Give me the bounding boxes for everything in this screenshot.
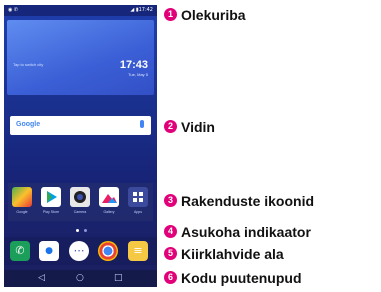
callout-number: 5 [164,247,177,260]
app-label: Apps [134,210,142,214]
back-button[interactable]: ◁ [38,270,45,287]
widget-date: Tue, May 5 [128,72,148,77]
chrome-icon[interactable]: ◉ [98,241,118,261]
clock-weather-widget[interactable]: Tap to switch city 17:43 Tue, May 5 [7,20,154,95]
callout-label: Olekuriba [181,7,246,23]
page-indicator [70,228,94,234]
app-label: Play Store [42,210,60,214]
callout-label: Rakenduste ikoonid [181,193,315,209]
callout-number: 3 [164,194,177,207]
phone-home-screen: ◉ ✆ ◢ ▮17:42 Tap to switch city 17:43 Tu… [4,5,157,287]
navigation-bar: ◁ ○ □ [4,270,157,287]
status-bar: ◉ ✆ ◢ ▮17:42 [4,5,157,16]
app-label: Google [16,210,28,214]
messages-icon[interactable]: ≡ [128,241,148,261]
app-drawer-icon[interactable]: ⋯ [69,241,89,261]
app-label: Gallery [103,210,115,214]
contacts-icon[interactable]: ● [39,241,59,261]
recents-button[interactable]: □ [114,270,123,287]
signal-battery-time: ◢ ▮17:42 [130,7,153,13]
apps-grid-icon[interactable] [128,187,148,207]
callout-label: Kodu puutenupud [181,270,302,286]
callout-number: 6 [164,271,177,284]
app-label: Camera [73,210,87,214]
gallery-icon[interactable] [99,187,119,207]
camera-icon[interactable] [70,187,90,207]
callout-label: Vidin [181,119,215,135]
google-search-widget[interactable]: Google [10,116,151,135]
widget-hint-text: Tap to switch city [13,62,44,67]
callout-number: 4 [164,225,177,238]
app-icons-row: Google Play Store Camera Gallery Apps [8,183,153,221]
phone-icon[interactable]: ✆ [10,241,30,261]
play-store-icon[interactable] [41,187,61,207]
callout-number: 1 [164,8,177,21]
microphone-icon[interactable] [140,120,144,128]
callout-label: Asukoha indikaator [181,224,311,240]
notification-icons: ◉ ✆ [8,7,18,13]
callout-label: Kiirklahvide ala [181,246,284,262]
google-folder-icon[interactable] [12,187,32,207]
page-dot-active [76,229,79,232]
widget-time: 17:43 [119,59,148,71]
shortcut-dock: ✆ ● ⋯ ◉ ≡ [4,237,157,265]
page-dot [84,229,87,232]
home-button[interactable]: ○ [76,270,84,287]
callout-number: 2 [164,120,177,133]
google-logo: Google [16,121,41,128]
